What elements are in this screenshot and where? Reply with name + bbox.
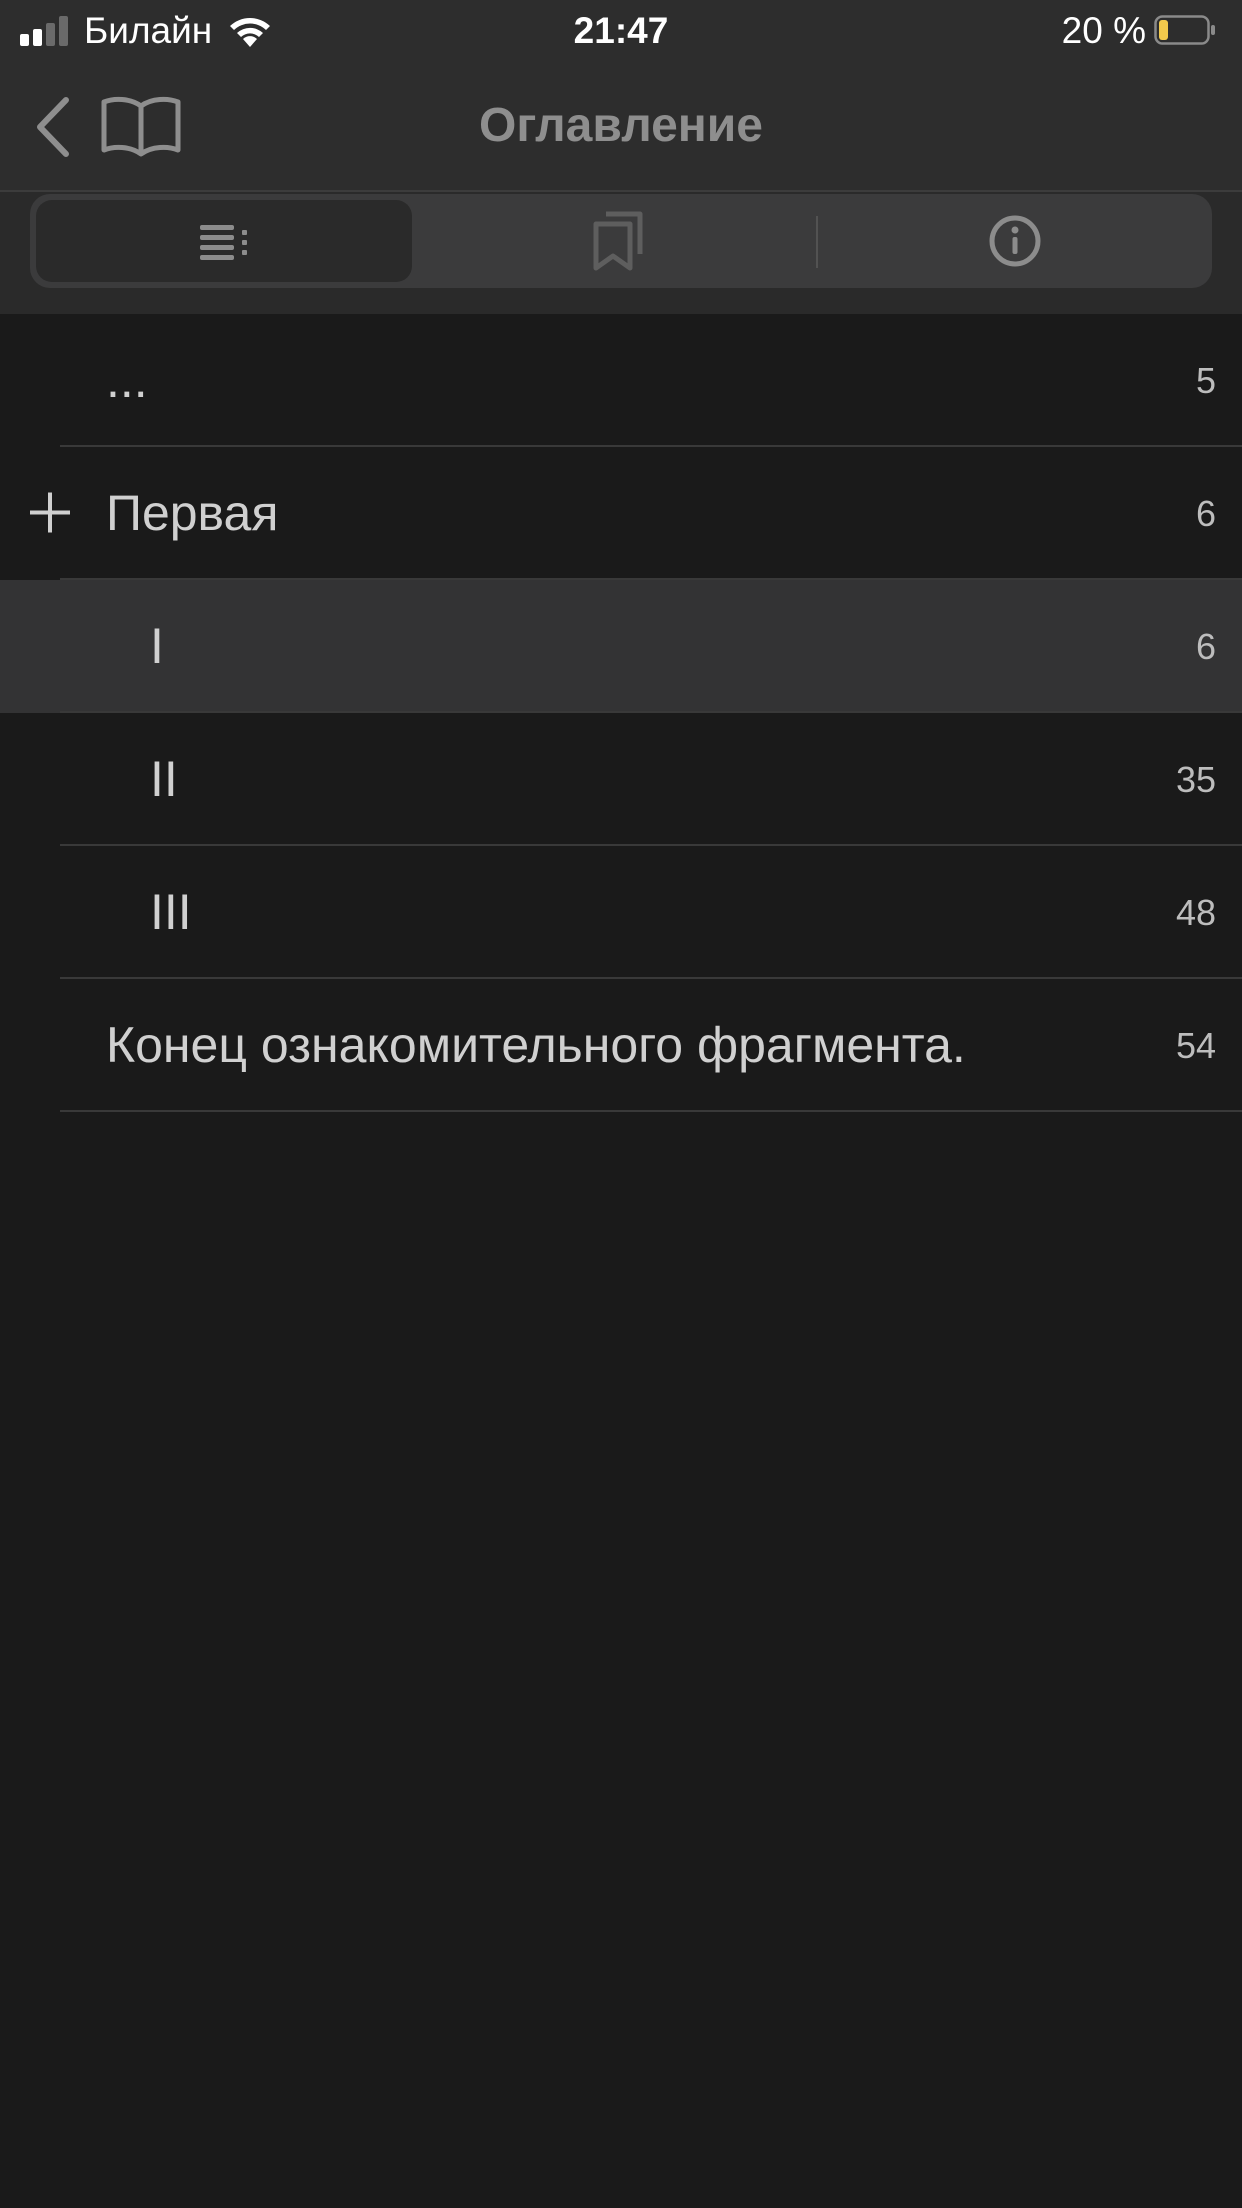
toc-item-page: 54	[1175, 1025, 1216, 1066]
battery-icon	[1154, 15, 1215, 45]
tab-contents[interactable]	[30, 194, 420, 288]
toc-row-selected[interactable]: I 6	[0, 580, 1242, 713]
toc-row[interactable]: Конец ознакомительного фрагмента. 54	[0, 979, 1242, 1112]
toc-item-label: ...	[106, 352, 148, 408]
toc-item-label: I	[150, 618, 164, 674]
battery-percent: 20 %	[1061, 10, 1146, 51]
segment-area	[0, 192, 1242, 314]
navigation-bar: Оглавление	[0, 62, 1242, 192]
segmented-control	[30, 194, 1212, 288]
row-divider	[60, 1110, 1242, 1112]
info-icon	[989, 215, 1041, 267]
tab-info[interactable]	[818, 194, 1212, 288]
toc-item-page: 35	[1175, 759, 1216, 800]
list-icon	[200, 225, 247, 260]
toc-item-page: 48	[1175, 892, 1216, 933]
toc-row[interactable]: ... 5	[0, 314, 1242, 447]
toc-item-label: Конец ознакомительного фрагмента.	[106, 1017, 966, 1073]
toc-item-label: II	[150, 751, 178, 807]
toc-item-page: 6	[1195, 493, 1216, 534]
toc-item-label: Первая	[106, 485, 279, 541]
toc-item-label: III	[150, 884, 192, 940]
status-bar: Билайн 21:47 20 %	[0, 0, 1242, 62]
plus-icon[interactable]	[30, 490, 76, 536]
toc-list: ... 5 Первая 6 I 6 II 35 III 48 Конец оз…	[0, 314, 1242, 1112]
toc-item-page: 6	[1195, 626, 1216, 667]
toc-row[interactable]: Первая 6	[0, 447, 1242, 580]
page-title: Оглавление	[479, 99, 763, 152]
toc-row[interactable]: III 48	[0, 846, 1242, 979]
bookmarks-icon	[593, 211, 643, 271]
status-time: 21:47	[573, 10, 669, 51]
toc-item-page: 5	[1195, 360, 1216, 401]
toc-row[interactable]: II 35	[0, 713, 1242, 846]
tab-bookmarks[interactable]	[420, 194, 816, 288]
